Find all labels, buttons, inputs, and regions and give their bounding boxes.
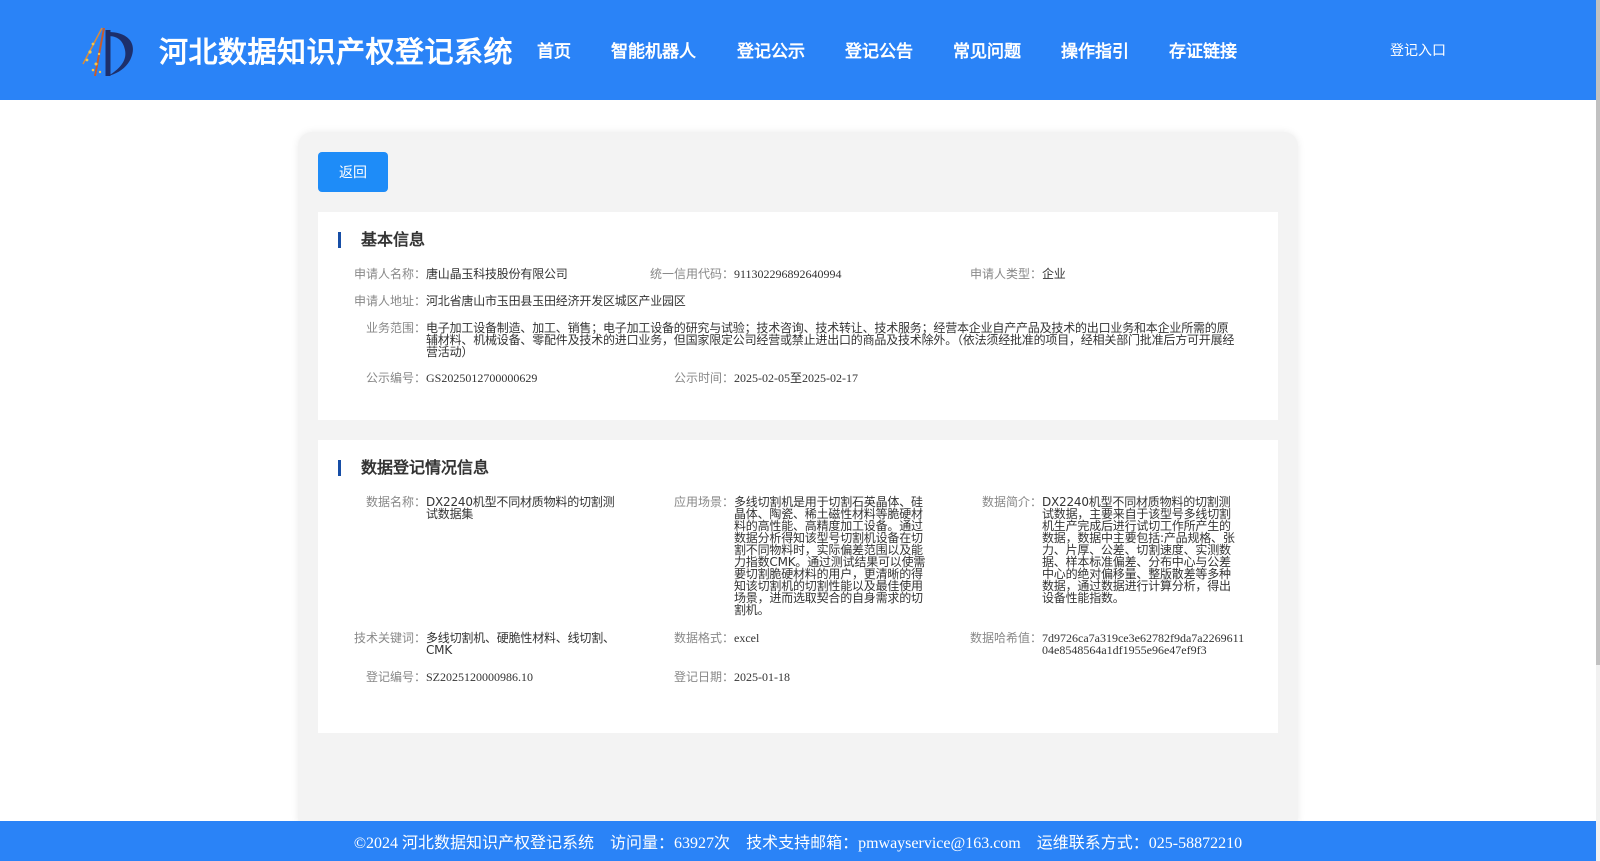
scenario-label: 应用场景： [673, 495, 734, 509]
applicant-type-value: 企业 [1042, 267, 1066, 281]
applicant-name-value: 唐山晶玉科技股份有限公司 [426, 267, 568, 281]
notice-time-label: 公示时间： [673, 371, 734, 385]
scope-label: 业务范围： [365, 321, 426, 335]
section-title-data: 数据登记情况信息 [338, 460, 489, 476]
nav-home[interactable]: 首页 [537, 37, 571, 62]
nav-guide[interactable]: 操作指引 [1061, 37, 1129, 62]
address-value: 河北省唐山市玉田县玉田经济开发区城区产业园区 [426, 294, 686, 308]
nav-registration-notice[interactable]: 登记公示 [737, 37, 805, 62]
logo-icon[interactable] [81, 24, 137, 80]
site-title: 河北数据知识产权登记系统 [159, 35, 514, 69]
intro-label: 数据简介： [981, 495, 1042, 509]
notice-no-label: 公示编号： [365, 371, 426, 385]
data-name-label: 数据名称： [365, 495, 426, 509]
hash-value: 7d9726ca7a319ce3e62782f9da7a226961104e85… [1042, 631, 1245, 657]
reg-no-label: 登记编号： [365, 670, 426, 684]
notice-time-value: 2025-02-05至2025-02-17 [734, 371, 858, 385]
reg-date-value: 2025-01-18 [734, 670, 790, 684]
footer-phone: 运维联系方式：025-58872210 [1036, 835, 1243, 852]
footer-email: 技术支持邮箱：pmwayservice@163.com [746, 835, 1021, 852]
scrollbar[interactable] [1596, 0, 1600, 861]
notice-no-value: GS2025012700000629 [426, 371, 538, 385]
address-label: 申请人地址： [353, 294, 426, 308]
nav-faq[interactable]: 常见问题 [953, 37, 1021, 62]
hash-label: 数据哈希值： [969, 631, 1042, 645]
data-name-value: DX2240机型不同材质物料的切割测试数据集 [426, 495, 615, 521]
top-header: 河北数据知识产权登记系统 首页 智能机器人 登记公示 登记公告 常见问题 操作指… [0, 0, 1596, 100]
detail-container: 返回 基本信息 申请人名称： 唐山晶玉科技股份有限公司 统一信用代码： 9113… [298, 132, 1298, 832]
reg-no-value: SZ2025120000986.10 [426, 670, 534, 684]
footer: ©2024 河北数据知识产权登记系统 访问量：63927次 技术支持邮箱：pmw… [0, 821, 1596, 861]
applicant-name-label: 申请人名称： [353, 267, 426, 281]
nav-evidence-link[interactable]: 存证链接 [1169, 37, 1237, 62]
back-button[interactable]: 返回 [318, 152, 388, 192]
nav-registration-announcement[interactable]: 登记公告 [845, 37, 913, 62]
credit-code-label: 统一信用代码： [649, 267, 734, 281]
footer-visits: 访问量：63927次 [610, 835, 731, 852]
login-link[interactable]: 登记入口 [1390, 40, 1446, 60]
keywords-label: 技术关键词： [353, 631, 426, 645]
reg-date-label: 登记日期： [673, 670, 734, 684]
scope-value: 电子加工设备制造、加工、销售；电子加工设备的研究与试验；技术咨询、技术转让、技术… [426, 321, 1235, 359]
applicant-type-label: 申请人类型： [969, 267, 1042, 281]
credit-code-value: 911302296892640994 [734, 267, 842, 281]
basic-info-card: 基本信息 申请人名称： 唐山晶玉科技股份有限公司 统一信用代码： 9113022… [318, 212, 1278, 420]
nav-robot[interactable]: 智能机器人 [611, 37, 696, 62]
format-value: excel [734, 631, 760, 645]
section-title-basic: 基本信息 [338, 232, 425, 248]
scrollbar-thumb[interactable] [1596, 0, 1600, 665]
footer-copyright: ©2024 河北数据知识产权登记系统 [353, 835, 595, 852]
data-registration-card: 数据登记情况信息 数据名称： DX2240机型不同材质物料的切割测试数据集 应用… [318, 440, 1278, 733]
intro-value: DX2240机型不同材质物料的切割测试数据，主要来自于该型号多线切割机生产完成后… [1042, 495, 1235, 605]
scenario-value: 多线切割机是用于切割石英晶体、硅晶体、陶瓷、稀土磁性材料等脆硬材料的高性能、高精… [734, 495, 926, 617]
format-label: 数据格式： [673, 631, 734, 645]
keywords-value: 多线切割机、硬脆性材料、线切割、CMK [426, 631, 615, 657]
